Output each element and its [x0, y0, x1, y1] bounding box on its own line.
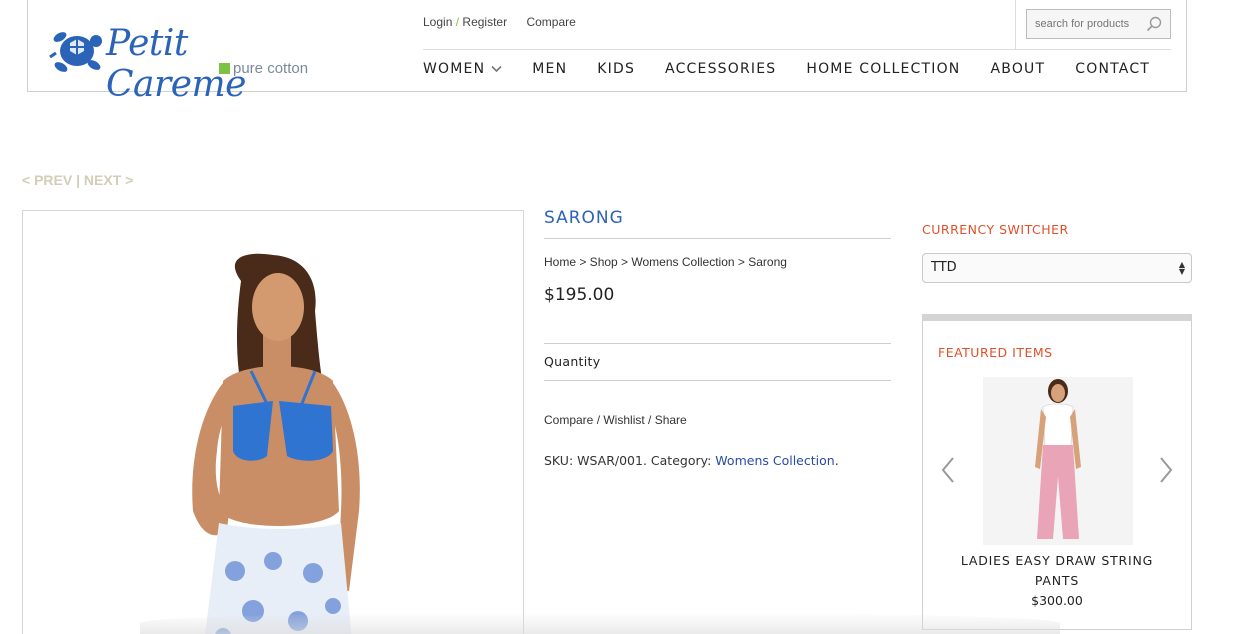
product-price: $195.00: [544, 285, 615, 305]
currency-value: TTD: [931, 260, 957, 275]
sidebar: CURRENCY SWITCHER TTD ▲ ▼ FEATURED ITEMS …: [922, 222, 1192, 630]
chevron-right-icon[interactable]: [1159, 457, 1173, 483]
currency-switcher-title: CURRENCY SWITCHER: [922, 222, 1069, 237]
prev-link[interactable]: < PREV: [22, 172, 72, 188]
login-link[interactable]: Login: [423, 15, 452, 29]
model-photo: [192, 253, 360, 634]
select-arrows-icon: ▲ ▼: [1178, 260, 1185, 276]
compare-wishlist-share[interactable]: Compare / Wishlist / Share: [544, 413, 891, 427]
product-title: SARONG: [544, 208, 891, 239]
nav-about[interactable]: ABOUT: [990, 61, 1045, 77]
breadcrumb[interactable]: Home > Shop > Womens Collection > Sarong: [544, 255, 891, 269]
next-link[interactable]: NEXT >: [84, 172, 133, 188]
footer-shadow: [140, 612, 1060, 634]
search-input[interactable]: [1027, 10, 1139, 38]
quantity-field[interactable]: Quantity: [544, 343, 891, 381]
product-image[interactable]: [22, 210, 524, 634]
nav-women-label: WOMEN: [423, 61, 486, 77]
product-summary: SARONG Home > Shop > Womens Collection >…: [544, 208, 891, 468]
product-pager: < PREV | NEXT >: [22, 172, 133, 188]
turtle-logo-icon: [49, 32, 102, 72]
featured-item-price: $300.00: [1031, 593, 1083, 608]
main-nav: WOMEN MEN KIDS ACCESSORIES HOME COLLECTI…: [423, 61, 1180, 77]
nav-contact[interactable]: CONTACT: [1075, 61, 1150, 77]
brand-logo[interactable]: Petit Careme pure cotton: [48, 21, 318, 105]
chevron-down-icon: [491, 65, 502, 73]
nav-home-collection[interactable]: HOME COLLECTION: [806, 61, 960, 77]
account-links: Login / Register Compare: [423, 15, 576, 29]
product-meta: SKU: WSAR/001. Category: Womens Collecti…: [544, 453, 891, 468]
nav-women[interactable]: WOMEN: [423, 61, 502, 77]
nav-accessories[interactable]: ACCESSORIES: [665, 61, 776, 77]
brand-tagline: pure cotton: [233, 60, 309, 77]
pager-divider: |: [72, 172, 84, 188]
featured-item-name[interactable]: LADIES EASY DRAW STRING PANTS: [923, 551, 1191, 591]
nav-divider: [423, 49, 1171, 50]
featured-photo: [983, 377, 1133, 545]
sku-text: SKU: WSAR/001. Category:: [544, 453, 716, 468]
brand-tagline-wrap: pure cotton: [219, 60, 308, 77]
featured-items-title: FEATURED ITEMS: [938, 345, 1053, 360]
search-icon[interactable]: [1146, 16, 1162, 32]
site-header: Petit Careme pure cotton Login / Registe…: [27, 0, 1187, 105]
register-link[interactable]: Register: [462, 15, 507, 29]
search-box: [1026, 9, 1171, 39]
currency-select[interactable]: TTD ▲ ▼: [922, 253, 1192, 283]
login-register-separator: /: [455, 15, 460, 29]
compare-link[interactable]: Compare: [526, 15, 575, 29]
featured-item-image[interactable]: [983, 377, 1133, 545]
category-suffix: .: [834, 453, 839, 468]
nav-men[interactable]: MEN: [532, 61, 567, 77]
category-link[interactable]: Womens Collection: [715, 453, 834, 468]
chevron-left-icon[interactable]: [941, 457, 955, 483]
nav-kids[interactable]: KIDS: [597, 61, 635, 77]
header-vertical-divider: [1015, 0, 1016, 49]
featured-items-widget: FEATURED ITEMS LADIES EASY DRAW STRING P…: [922, 314, 1192, 630]
